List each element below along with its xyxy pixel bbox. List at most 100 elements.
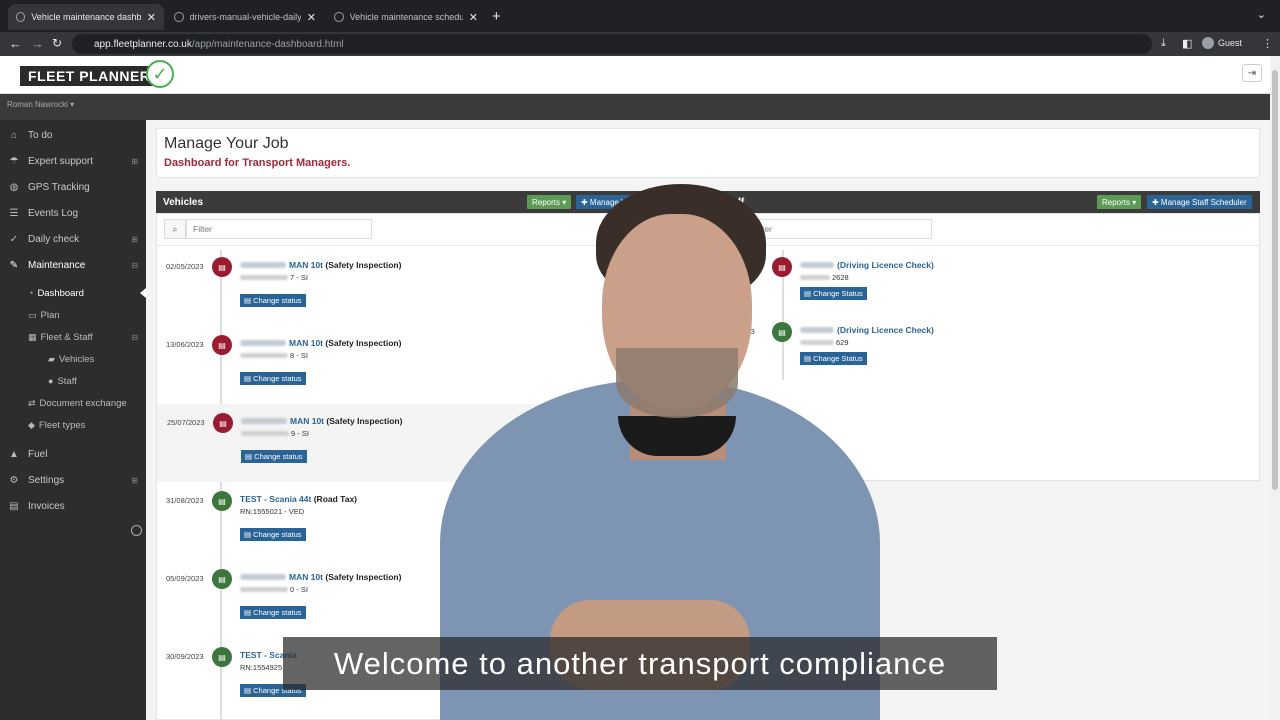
manage-staff-scheduler-button[interactable]: ✚ Manage Staff Scheduler xyxy=(1147,195,1252,209)
sidebar-item-gps-tracking[interactable]: ◍ GPS Tracking xyxy=(0,174,146,200)
change-status-button[interactable]: ▤ Change status xyxy=(240,294,306,307)
sidebar-item-daily-check[interactable]: ✓ Daily check ⊞ xyxy=(0,226,146,252)
user-menu[interactable]: Roman Nawrocki ▾ xyxy=(7,100,74,109)
url-host: app.fleetplanner.co.uk xyxy=(94,38,192,50)
change-status-button[interactable]: ▤ Change status xyxy=(240,372,306,385)
sidebar-item-label: Expert support xyxy=(28,155,94,167)
close-icon[interactable]: ✕ xyxy=(147,11,156,24)
change-status-button[interactable]: ▤ Change status xyxy=(240,606,306,619)
vehicle-link[interactable]: TEST - Scania 44t xyxy=(240,494,311,504)
vehicle-link[interactable]: MAN 10t xyxy=(289,260,323,270)
sidebar-collapse-icon[interactable] xyxy=(131,525,142,536)
sidebar-item-maintenance[interactable]: ✎ Maintenance ⊟ xyxy=(0,252,146,278)
expand-icon: ⊞ xyxy=(131,475,138,485)
event-type: (Safety Inspection) xyxy=(325,260,402,270)
page-title: Manage Your Job xyxy=(164,135,289,152)
document-icon: ▤ xyxy=(212,257,232,277)
chevron-down-icon[interactable]: ⌄ xyxy=(1257,8,1266,21)
check-icon: ✓ xyxy=(9,233,19,245)
url-input[interactable]: app.fleetplanner.co.uk/app/maintenance-d… xyxy=(72,34,1152,54)
close-icon[interactable]: ✕ xyxy=(469,11,478,24)
dashboard-icon: ◔ xyxy=(28,288,34,298)
sidebar-item-expert-support[interactable]: ☂ Expert support ⊞ xyxy=(0,148,146,174)
redacted xyxy=(240,262,286,268)
scrollbar-thumb[interactable] xyxy=(1272,70,1278,490)
new-tab-icon[interactable]: + xyxy=(492,8,501,25)
page-header: Manage Your Job Dashboard for Transport … xyxy=(156,128,1260,178)
tab-vehicle-maintenance-scheduler[interactable]: Vehicle maintenance scheduler ✕ xyxy=(326,4,486,30)
sidebar-sub-label: Fleet & Staff xyxy=(40,331,93,343)
sidebar-sub-document-exchange[interactable]: ⇄ Document exchange xyxy=(0,392,146,414)
home-icon: ⌂ xyxy=(10,129,18,141)
event-date: 02/05/2023 xyxy=(166,262,204,271)
sidebar-sub-label: Dashboard xyxy=(37,287,84,299)
back-icon[interactable]: ← xyxy=(9,36,22,51)
scrollbar[interactable] xyxy=(1270,56,1280,720)
event-ref-text: 9 - SI xyxy=(291,429,309,438)
sidebar: ⌂ To do ☂ Expert support ⊞ ◍ GPS Tracking ☰ E… xyxy=(0,120,146,720)
calendar-icon: ▭ xyxy=(28,309,37,320)
sidebar-item-events-log[interactable]: ☰ Events Log xyxy=(0,200,146,226)
event-ref-text: 7 - SI xyxy=(290,273,308,282)
sidebar-sub-plan[interactable]: ▭ Plan xyxy=(0,304,146,326)
document-icon: ▤ xyxy=(244,608,254,617)
globe-icon: ◍ xyxy=(9,181,19,193)
staff-reports-button[interactable]: Reports ▾ xyxy=(1097,195,1142,209)
favicon-icon xyxy=(334,12,344,22)
change-status-button[interactable]: ▤ Change status xyxy=(240,528,306,541)
sidebar-sub-vehicles[interactable]: ▰ Vehicles xyxy=(0,348,146,370)
sidebar-item-label: Fuel xyxy=(28,448,48,460)
vehicle-link[interactable]: MAN 10t xyxy=(290,416,324,426)
sidebar-sub-label: Document exchange xyxy=(39,397,127,409)
more-menu-icon[interactable]: ⋮ xyxy=(1262,37,1273,50)
forward-icon[interactable]: → xyxy=(31,36,44,51)
sidebar-item-invoices[interactable]: ▤ Invoices xyxy=(0,493,146,519)
document-icon: ▤ xyxy=(244,530,254,539)
tab-vehicle-maintenance-dashboard[interactable]: Vehicle maintenance dashboa ✕ xyxy=(8,4,164,30)
page-subtitle: Dashboard for Transport Managers. xyxy=(164,157,351,169)
event-ref: 8 - SI xyxy=(240,351,308,360)
tag-icon: ◆ xyxy=(28,419,35,430)
sidebar-item-label: Events Log xyxy=(28,207,79,219)
fleet-planner-logo[interactable]: FLEET PLANNER xyxy=(20,66,159,86)
change-status-label: Change status xyxy=(253,608,302,617)
sidebar-sub-fleet-staff[interactable]: ▦ Fleet & Staff ⊟ xyxy=(0,326,146,348)
sidebar-sub-label: Vehicles xyxy=(58,353,95,365)
document-icon: ▤ xyxy=(245,452,255,461)
event-date: 30/09/2023 xyxy=(166,652,204,661)
download-icon[interactable]: ⤓ xyxy=(1161,37,1166,50)
gears-icon: ⚙ xyxy=(9,474,19,486)
sidebar-item-fuel[interactable]: ▲ Fuel xyxy=(0,441,146,467)
expand-icon: ⊞ xyxy=(131,156,138,166)
sidebar-item-label: Daily check xyxy=(28,233,80,245)
avatar-icon xyxy=(1202,37,1214,49)
sidebar-sub-staff[interactable]: ● Staff xyxy=(0,370,146,392)
redacted xyxy=(240,340,286,346)
logout-icon[interactable]: ⇥ xyxy=(1242,64,1262,82)
sidebar-item-settings[interactable]: ⚙ Settings ⊞ xyxy=(0,467,146,493)
wrench-icon: ✎ xyxy=(9,259,19,271)
change-status-label: Change status xyxy=(253,374,302,383)
event-date: 25/07/2023 xyxy=(167,418,205,427)
document-icon: ▤ xyxy=(244,374,254,383)
vehicle-link[interactable]: MAN 10t xyxy=(289,338,323,348)
tab-drivers-manual[interactable]: drivers-manual-vehicle-daily-c ✕ xyxy=(166,4,324,30)
sidebar-sub-dashboard[interactable]: ◔ Dashboard xyxy=(0,282,146,304)
reload-icon[interactable]: ↻ xyxy=(52,36,62,50)
vehicle-link[interactable]: MAN 10t xyxy=(289,572,323,582)
grid-icon: ▦ xyxy=(28,331,37,342)
event-ref-text: RN:1554925 xyxy=(240,663,283,672)
vehicles-panel-title: Vehicles xyxy=(163,196,204,208)
app-header: FLEET PLANNER ✓ ⇥ xyxy=(0,56,1280,94)
change-status-button[interactable]: ▤ Change status xyxy=(241,450,307,463)
expand-icon: ⊞ xyxy=(131,234,138,244)
sidepanel-icon[interactable]: ◧ xyxy=(1182,37,1192,50)
change-status-label: Change status xyxy=(253,530,302,539)
list-icon: ☰ xyxy=(9,207,19,219)
profile-button[interactable]: Guest xyxy=(1202,37,1242,49)
document-icon: ▤ xyxy=(244,686,254,695)
close-icon[interactable]: ✕ xyxy=(307,11,316,24)
sidebar-sub-fleet-types[interactable]: ◆ Fleet types xyxy=(0,414,146,436)
vehicles-filter-input[interactable] xyxy=(186,219,372,239)
sidebar-item-to-do[interactable]: ⌂ To do xyxy=(0,122,146,148)
